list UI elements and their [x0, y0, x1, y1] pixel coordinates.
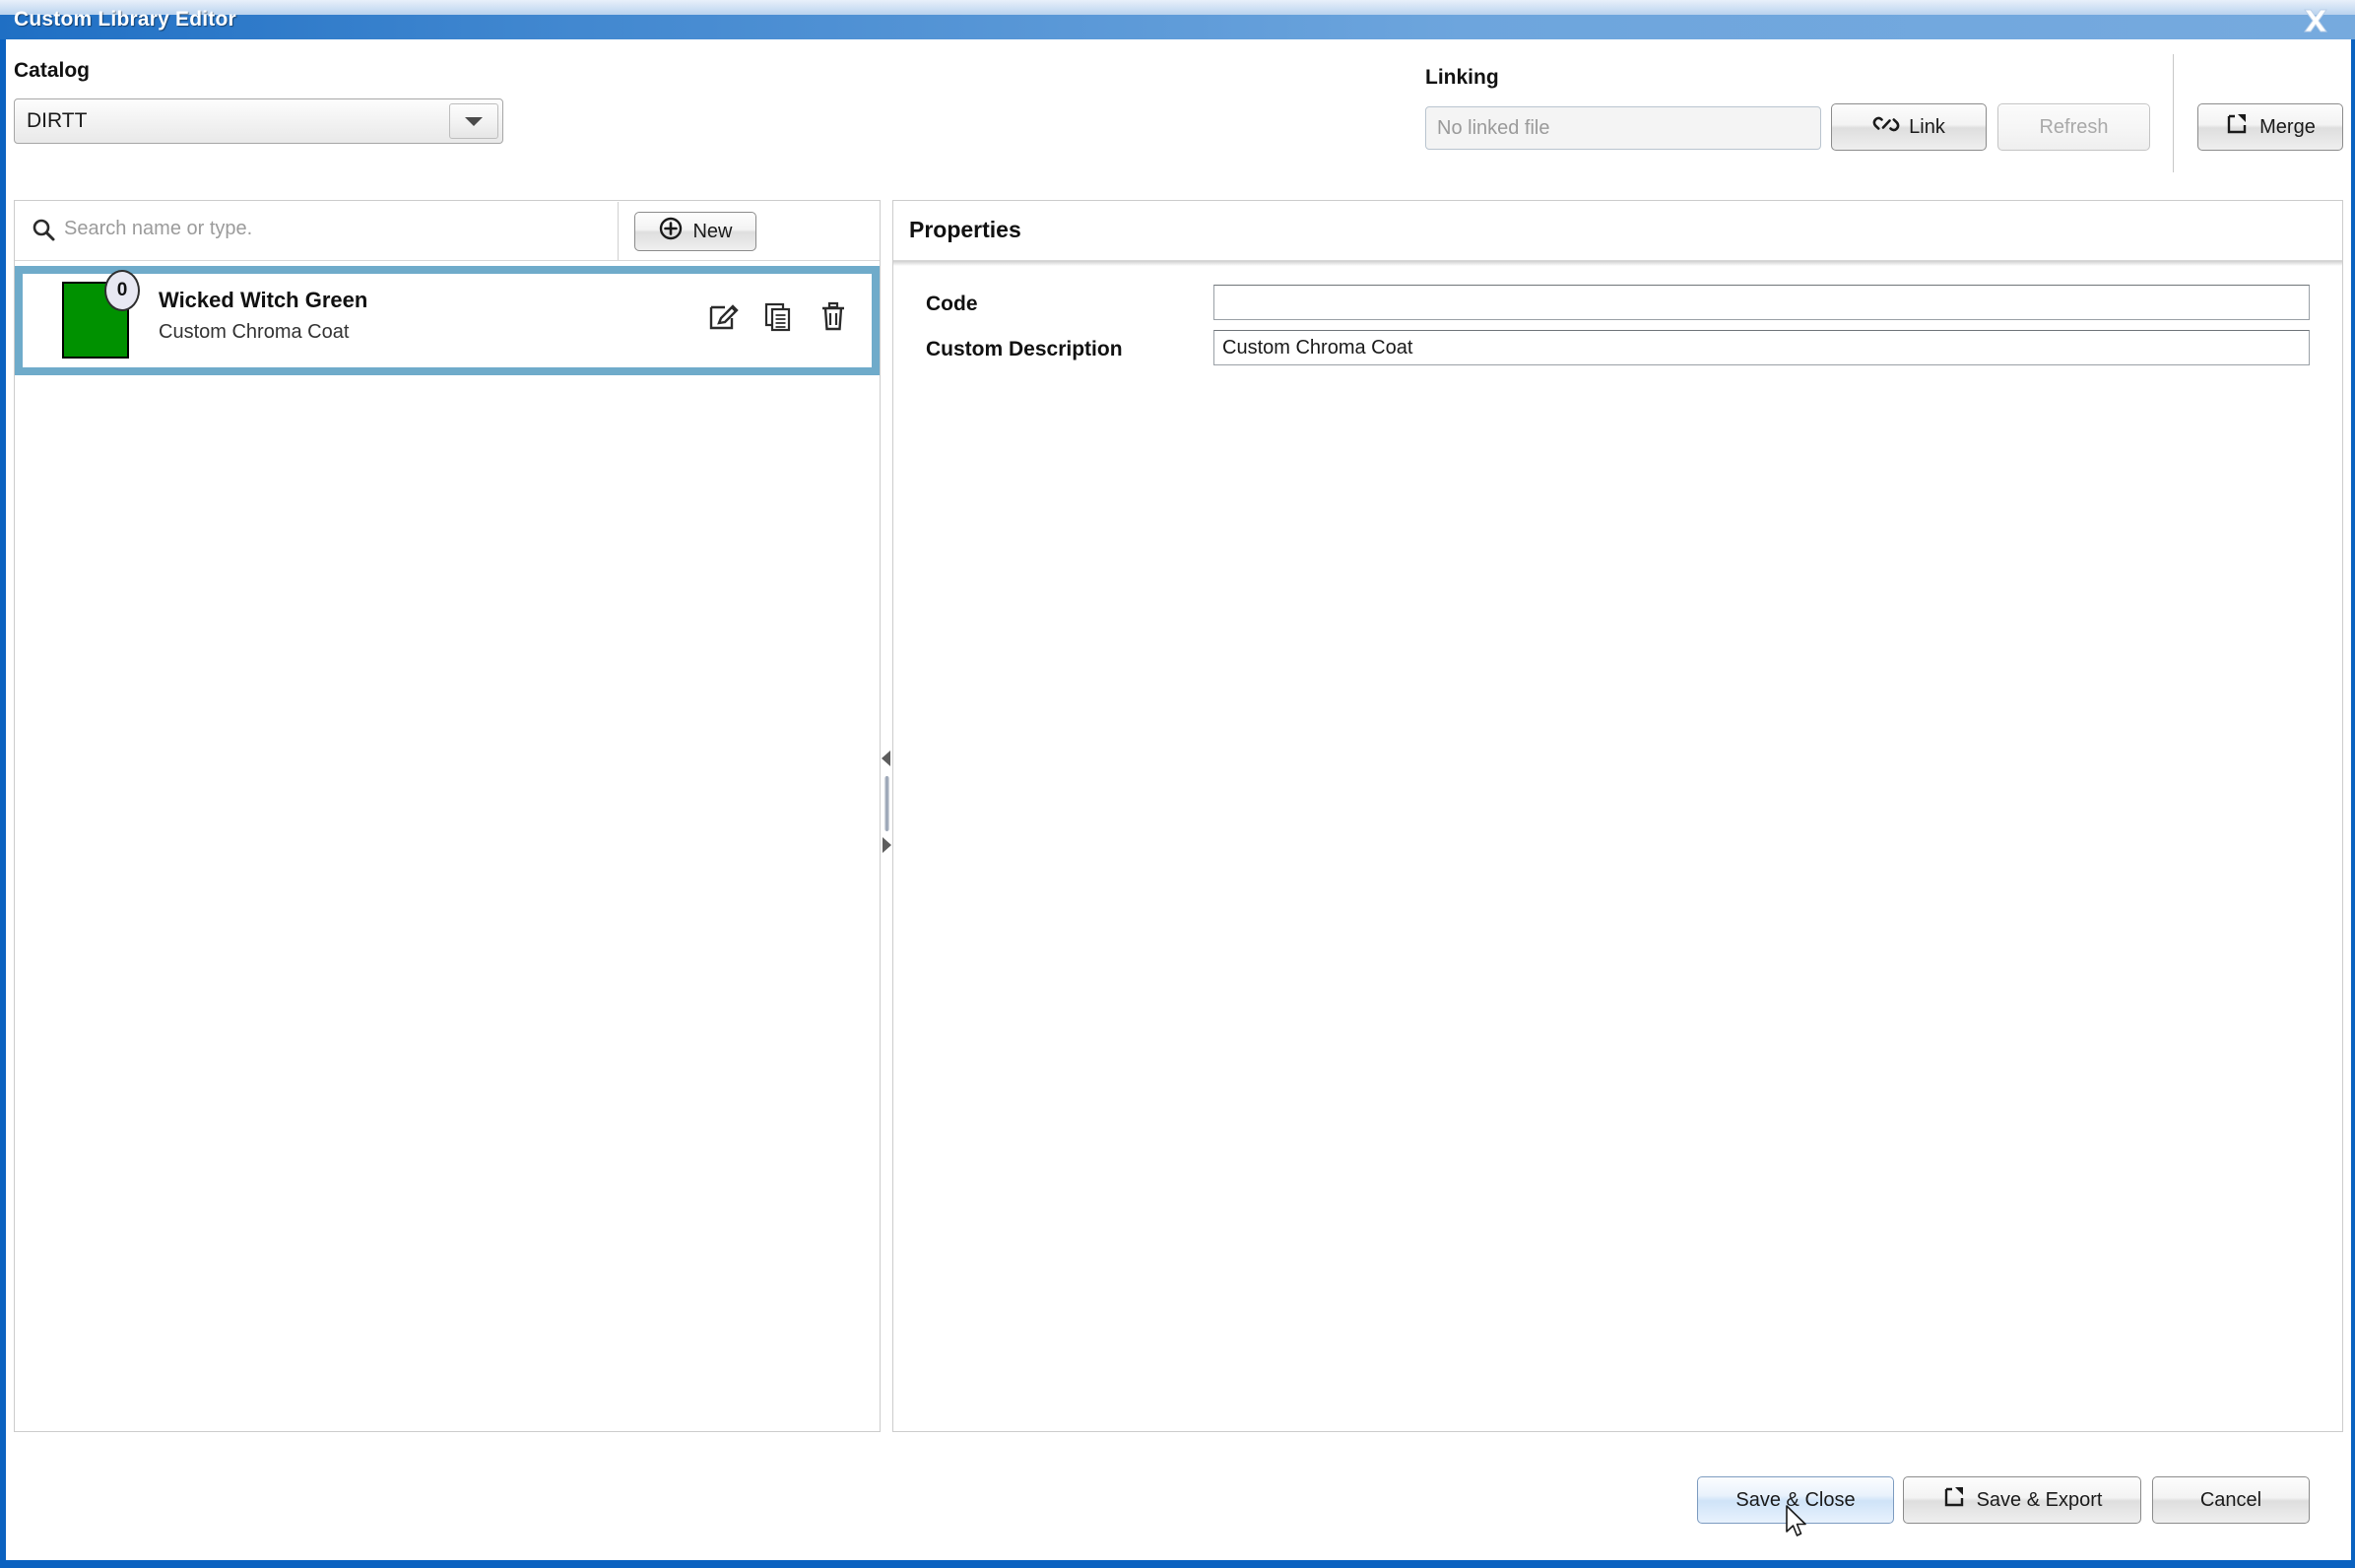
- duplicate-icon[interactable]: [761, 299, 795, 338]
- search-icon: [31, 217, 56, 242]
- save-export-label: Save & Export: [1976, 1488, 2103, 1511]
- properties-panel: Properties: [892, 200, 2343, 1432]
- catalog-selected-value: DIRTT: [27, 109, 88, 132]
- chevron-down-icon[interactable]: [449, 103, 498, 139]
- merge-button[interactable]: Merge: [2197, 103, 2343, 151]
- properties-header-shadow: [893, 261, 2342, 266]
- new-button[interactable]: New: [634, 212, 756, 251]
- window-title: Custom Library Editor: [14, 8, 236, 31]
- list-item-content: 0 Wicked Witch Green Custom Chroma Coat: [23, 270, 872, 367]
- catalog-label: Catalog: [14, 59, 91, 82]
- custom-description-value: Custom Chroma Coat: [1222, 337, 1413, 359]
- library-toolbar: Search name or type. New: [15, 201, 880, 261]
- title-bar-glow: [0, 0, 2355, 15]
- properties-title: Properties: [909, 217, 1021, 242]
- merge-button-label: Merge: [2259, 115, 2316, 138]
- merge-export-icon: [2225, 111, 2251, 143]
- library-list-panel: Search name or type. New 0 Wicked Witch …: [14, 200, 881, 1432]
- panel-splitter[interactable]: [881, 749, 892, 857]
- save-close-label: Save & Close: [1735, 1488, 1856, 1511]
- code-label: Code: [926, 293, 978, 315]
- properties-header: Properties: [893, 201, 2342, 261]
- list-item-subtitle: Custom Chroma Coat: [159, 321, 350, 343]
- list-item-title: Wicked Witch Green: [159, 288, 368, 312]
- window-border-left: [0, 39, 6, 1568]
- link-button[interactable]: Link: [1831, 103, 1987, 151]
- triangle-right-icon[interactable]: [883, 837, 891, 853]
- save-export-button[interactable]: Save & Export: [1903, 1476, 2141, 1524]
- custom-library-editor-window: Custom Library Editor Catalog DIRTT Link…: [0, 0, 2355, 1568]
- catalog-dropdown[interactable]: DIRTT: [14, 98, 503, 144]
- linked-file-placeholder: No linked file: [1437, 117, 1550, 139]
- edit-icon[interactable]: [706, 299, 740, 338]
- cancel-button[interactable]: Cancel: [2152, 1476, 2310, 1524]
- delete-icon[interactable]: [817, 299, 850, 338]
- splitter-grip[interactable]: [884, 776, 889, 831]
- linked-file-input[interactable]: No linked file: [1425, 106, 1821, 150]
- linking-label: Linking: [1425, 66, 1499, 89]
- cancel-label: Cancel: [2199, 1488, 2262, 1511]
- export-icon: [1942, 1484, 1968, 1516]
- triangle-left-icon[interactable]: [882, 751, 890, 766]
- new-button-label: New: [692, 220, 733, 242]
- toolbar-divider: [2173, 54, 2174, 172]
- save-close-button[interactable]: Save & Close: [1697, 1476, 1894, 1524]
- status-badge: 0: [104, 270, 140, 311]
- list-item[interactable]: 0 Wicked Witch Green Custom Chroma Coat: [15, 266, 880, 375]
- toolbar-separator: [618, 202, 619, 260]
- window-border-right: [2351, 39, 2355, 1568]
- close-icon[interactable]: [2298, 5, 2333, 36]
- custom-description-input[interactable]: Custom Chroma Coat: [1213, 330, 2310, 365]
- link-button-label: Link: [1909, 115, 1945, 138]
- list-item-actions: [706, 299, 850, 338]
- window-border-bottom: [0, 1560, 2355, 1568]
- refresh-button-label: Refresh: [2039, 115, 2109, 138]
- custom-description-label: Custom Description: [926, 338, 1123, 360]
- search-placeholder: Search name or type.: [64, 218, 253, 239]
- plus-circle-icon: [658, 216, 684, 247]
- refresh-button[interactable]: Refresh: [1997, 103, 2150, 151]
- code-input[interactable]: [1213, 285, 2310, 320]
- title-bar: Custom Library Editor: [0, 0, 2355, 39]
- chain-link-icon: [1872, 112, 1900, 142]
